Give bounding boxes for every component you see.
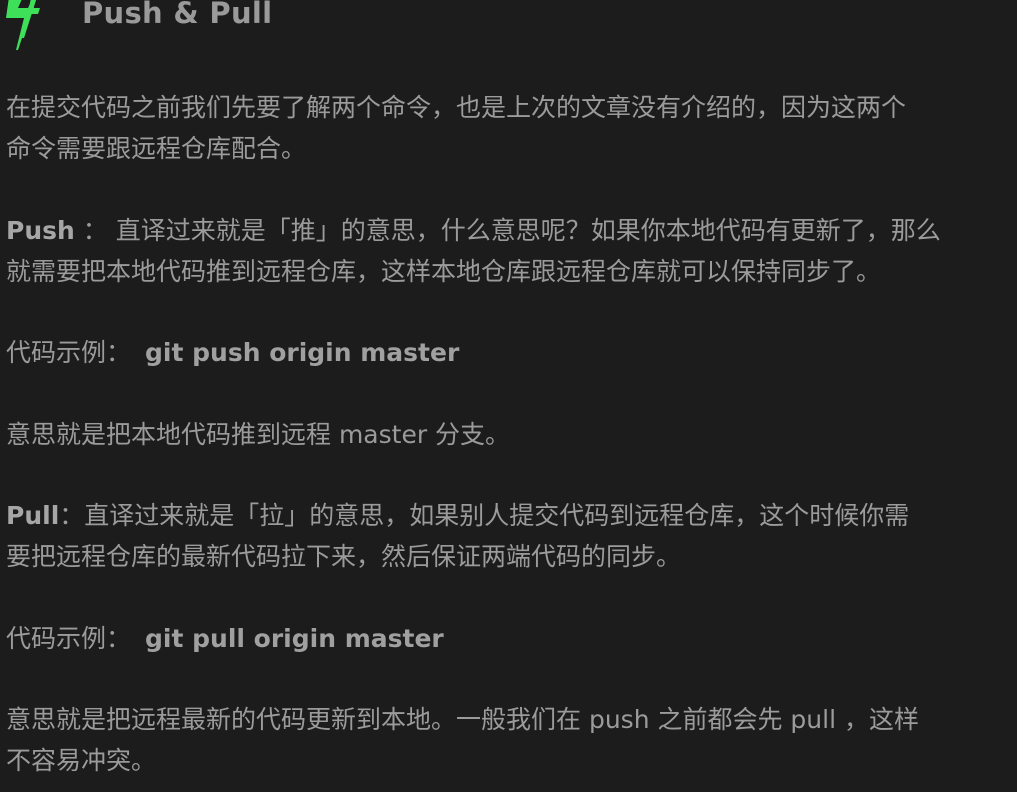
pull-example: 代码示例： git pull origin master (6, 618, 996, 659)
push-paragraph: Push ： 直译过来就是「推」的意思，什么意思呢？如果你本地代码有更新了，那么… (6, 210, 996, 292)
pull-paragraph: Pull：直译过来就是「拉」的意思，如果别人提交代码到远程仓库，这个时候你需 要… (6, 495, 996, 577)
push-description-start: 直译过来就是「推」的意思，什么意思呢？如果你本地代码有更新了，那么 (107, 216, 941, 245)
push-explanation: 意思就是把本地代码推到远程 master 分支。 (6, 414, 996, 455)
pull-explain-line-1: 意思就是把远程最新的代码更新到本地。一般我们在 push 之前都会先 pull … (6, 705, 919, 734)
pull-explanation: 意思就是把远程最新的代码更新到本地。一般我们在 push 之前都会先 pull … (6, 699, 996, 781)
pull-line-1: Pull：直译过来就是「拉」的意思，如果别人提交代码到远程仓库，这个时候你需 (6, 495, 996, 536)
intro-paragraph: 在提交代码之前我们先要了解两个命令，也是上次的文章没有介绍的，因为这两个 命令需… (6, 87, 996, 169)
article-page: Push & Pull 在提交代码之前我们先要了解两个命令，也是上次的文章没有介… (0, 0, 1017, 792)
push-line-2: 就需要把本地代码推到远程仓库，这样本地仓库跟远程仓库就可以保持同步了。 (6, 257, 882, 286)
push-example-label: 代码示例： (6, 338, 132, 367)
intro-line-2: 命令需要跟远程仓库配合。 (6, 134, 307, 163)
push-example: 代码示例： git push origin master (6, 332, 996, 373)
intro-line-1: 在提交代码之前我们先要了解两个命令，也是上次的文章没有介绍的，因为这两个 (6, 93, 907, 122)
pull-description-start: ：直译过来就是「拉」的意思，如果别人提交代码到远程仓库，这个时候你需 (59, 501, 910, 530)
push-term: Push (6, 216, 75, 245)
push-explain-line: 意思就是把本地代码推到远程 master 分支。 (6, 420, 511, 449)
pull-explain-line-2: 不容易冲突。 (6, 746, 157, 775)
section-title: Push & Pull (82, 0, 273, 30)
section-heading: Push & Pull (4, 0, 604, 52)
pull-line-2: 要把远程仓库的最新代码拉下来，然后保证两端代码的同步。 (6, 542, 682, 571)
pull-term: Pull (6, 501, 60, 530)
section-number-icon (6, 0, 40, 50)
push-line-1: Push ： 直译过来就是「推」的意思，什么意思呢？如果你本地代码有更新了，那么 (6, 210, 996, 251)
pull-example-code: git pull origin master (145, 624, 444, 653)
push-separator: ： (74, 216, 108, 245)
push-example-code: git push origin master (145, 338, 460, 367)
pull-example-label: 代码示例： (6, 624, 132, 653)
